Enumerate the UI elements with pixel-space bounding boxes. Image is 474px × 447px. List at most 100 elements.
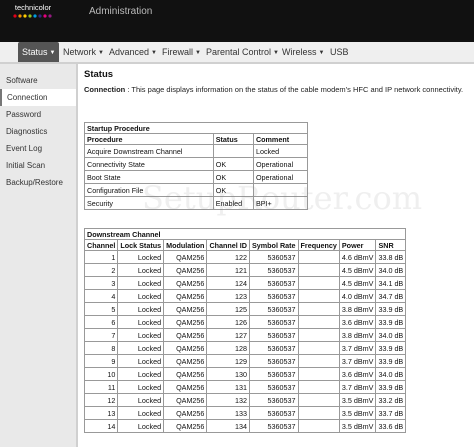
table-row: 13 Locked QAM256 133 5360537 3.5 dBmV 33.7 dB [83,406,407,420]
table-cell: 5360537 [248,341,299,355]
nav-parental-control[interactable]: Parental Control ▼ [206,42,279,62]
page-description: Connection : This page displays informat… [84,85,463,94]
table-cell [212,144,254,158]
table-cell: 12 [83,393,119,407]
column-header: Channel [83,239,119,251]
sidebar-item-backup-restore[interactable]: Backup/Restore [0,174,76,191]
table-cell: Locked [117,367,165,381]
table-cell: 122 [206,250,250,264]
table-row: 2 Locked QAM256 121 5360537 4.5 dBmV 34.0 dB [83,263,407,277]
nav-status[interactable]: Status ▼ [18,42,60,62]
downstream-channel-table: Downstream Channel Channel Lock Status M… [83,228,407,433]
table-cell: 123 [206,289,250,303]
table-cell: 5360537 [248,393,299,407]
sidebar-item-software[interactable]: Software [0,72,76,89]
table-cell: QAM256 [163,315,208,329]
table-cell: Locked [117,263,165,277]
main-content: Status Connection : This page displays i… [78,64,474,447]
table-row: Boot State OK Operational [84,170,309,184]
chevron-down-icon: ▼ [151,49,157,56]
nav-label: USB [330,47,349,57]
table-row: 1 Locked QAM256 122 5360537 4.6 dBmV 33.8 dB [83,250,407,264]
table-cell: 124 [206,276,250,290]
table-cell: 5360537 [248,263,299,277]
table-cell: QAM256 [163,419,208,433]
table-cell: 7 [83,328,119,342]
startup-rows: Acquire Downstream Channel Locked Connecti… [84,144,309,210]
sidebar-item-password[interactable]: Password [0,106,76,123]
column-header: Modulation [163,239,208,251]
table-cell: 9 [83,354,119,368]
sidebar-item-diagnostics[interactable]: Diagnostics [0,123,76,140]
nav-firewall[interactable]: Firewall ▼ [162,42,201,62]
chevron-down-icon: ▼ [273,49,279,56]
table-cell: QAM256 [163,263,208,277]
column-header: Procedure [84,133,214,145]
nav-label: Status [22,47,48,57]
table-cell: 5360537 [248,302,299,316]
chevron-down-icon: ▼ [195,49,201,56]
chevron-down-icon: ▼ [318,49,325,56]
chevron-down-icon: ▼ [49,49,56,56]
table-cell [297,276,340,290]
table-cell: 130 [206,367,250,381]
table-cell: 33.9 dB [375,315,407,329]
table-cell: 3.7 dBmV [338,354,377,368]
table-cell: QAM256 [163,250,208,264]
table-cell: 3.5 dBmV [338,419,377,433]
table-cell: 134 [206,419,250,433]
table-cell: QAM256 [163,393,208,407]
table-cell: 14 [83,419,119,433]
table-cell: 5360537 [248,315,299,329]
column-header: SNR [375,239,407,251]
table-cell: OK [212,170,254,184]
table-cell: 4 [83,289,119,303]
table-row: 8 Locked QAM256 128 5360537 3.7 dBmV 33.9 dB [83,341,407,355]
table-cell: 33.9 dB [375,341,407,355]
desc-text: This page displays information on the st… [131,85,464,94]
sidebar-item-initial-scan[interactable]: Initial Scan [0,157,76,174]
table-cell: 34.7 dB [375,289,407,303]
table-cell: 127 [206,328,250,342]
sidebar: Software Connection Password Diagnostics… [0,64,78,447]
table-row: Acquire Downstream Channel Locked [84,144,309,158]
table-cell: 33.9 dB [375,302,407,316]
nav-network[interactable]: Network ▼ [63,42,104,62]
table-cell: Locked [117,315,165,329]
table-cell [252,183,309,197]
table-cell: 121 [206,263,250,277]
nav-advanced[interactable]: Advanced ▼ [109,42,157,62]
table-cell: 34.1 dB [375,276,407,290]
admin-title: Administration [89,6,153,17]
sidebar-item-connection[interactable]: Connection [0,89,76,106]
table-cell [297,328,340,342]
column-header: Status [212,133,254,145]
table-row: 10 Locked QAM256 130 5360537 3.6 dBmV 34.0 dB [83,367,407,381]
table-cell: Locked [117,393,165,407]
table-cell: 10 [83,367,119,381]
nav-label: Network [63,47,97,57]
table-cell: 11 [83,380,119,394]
header-bar: technicolor Administration [0,0,474,42]
table-cell: 4.5 dBmV [338,263,377,277]
table-cell: Locked [252,144,309,158]
table-row: Connectivity State OK Operational [84,157,309,171]
table-cell: 33.9 dB [375,354,407,368]
table-cell: Locked [117,354,165,368]
table-cell: 3.8 dBmV [338,302,377,316]
table-cell: 4.6 dBmV [338,250,377,264]
table-cell: 34.0 dB [375,328,407,342]
table-cell: Locked [117,328,165,342]
table-cell: Boot State [84,170,214,184]
table-cell: 126 [206,315,250,329]
table-cell: 6 [83,315,119,329]
sidebar-item-event-log[interactable]: Event Log [0,140,76,157]
table-cell: 13 [83,406,119,420]
table-cell: 3.8 dBmV [338,328,377,342]
table-cell: Locked [117,276,165,290]
table-cell: 2 [83,263,119,277]
nav-usb[interactable]: USB [330,42,349,62]
table-cell: QAM256 [163,302,208,316]
nav-wireless[interactable]: Wireless ▼ [282,42,324,62]
table-cell: 128 [206,341,250,355]
